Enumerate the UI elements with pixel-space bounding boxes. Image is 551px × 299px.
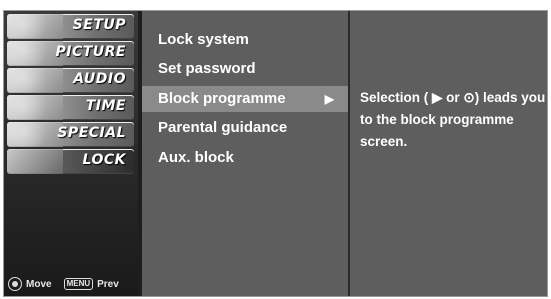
menu-item-set-password[interactable]: Set password	[142, 56, 348, 82]
menu-item-label: Lock system	[158, 31, 249, 48]
description-panel: Selection ( ▶ or ⊙) leads you to the blo…	[348, 11, 547, 296]
setup-icon	[7, 14, 63, 39]
category-label: LOCK	[82, 152, 126, 168]
lock-menu: Lock system Set password Block programme…	[142, 11, 348, 296]
menu-key-icon: MENU	[63, 278, 94, 290]
category-label: SETUP	[72, 17, 126, 33]
tv-osd-screen: SETUP PICTURE AUDIO TIME SPECIAL LOCK Mo…	[3, 10, 548, 297]
category-label: SPECIAL	[57, 125, 126, 141]
menu-item-block-programme[interactable]: Block programme ▶	[142, 86, 348, 112]
arrow-right-icon: ▶	[324, 92, 334, 106]
audio-icon	[7, 68, 63, 93]
move-label: Move	[26, 278, 52, 290]
special-icon	[7, 122, 63, 147]
menu-item-label: Parental guidance	[158, 119, 288, 136]
lock-icon	[7, 149, 63, 174]
category-label: PICTURE	[55, 44, 126, 60]
menu-item-parental-guidance[interactable]: Parental guidance	[142, 115, 348, 141]
category-setup[interactable]: SETUP	[7, 14, 134, 39]
description-text: Selection ( ▶ or ⊙) leads you to the blo…	[360, 90, 546, 149]
menu-item-label: Block programme	[158, 90, 286, 107]
category-label: TIME	[85, 98, 126, 114]
category-special[interactable]: SPECIAL	[7, 122, 134, 147]
category-lock[interactable]: LOCK	[7, 149, 134, 174]
category-label: AUDIO	[73, 71, 126, 87]
navigation-hint: Move MENU Prev	[8, 277, 119, 291]
menu-item-label: Aux. block	[158, 149, 234, 166]
category-audio[interactable]: AUDIO	[7, 68, 134, 93]
category-strip: SETUP PICTURE AUDIO TIME SPECIAL LOCK Mo…	[4, 11, 138, 296]
menu-item-label: Set password	[158, 60, 256, 77]
category-time[interactable]: TIME	[7, 95, 134, 120]
prev-label: Prev	[97, 278, 119, 290]
menu-item-lock-system[interactable]: Lock system	[142, 27, 348, 53]
menu-item-aux-block[interactable]: Aux. block	[142, 145, 348, 171]
joystick-icon	[8, 277, 22, 291]
time-icon	[7, 95, 63, 120]
category-picture[interactable]: PICTURE	[7, 41, 134, 66]
